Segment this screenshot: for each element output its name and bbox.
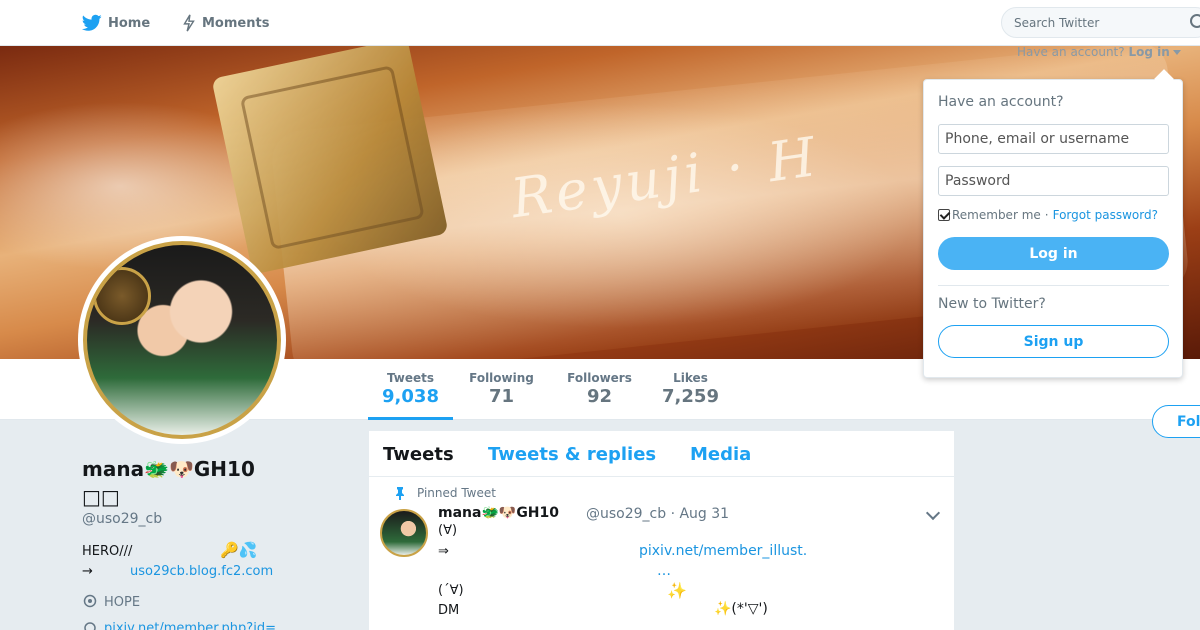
- caret-down-icon: [1172, 50, 1181, 55]
- pinned-tweet[interactable]: Pinned Tweet mana🐲🐶GH10 @uso29_cb · Aug …: [369, 477, 954, 630]
- remember-me-label[interactable]: Remember me: [952, 208, 1041, 222]
- link-icon: [84, 622, 96, 630]
- remember-me-checkbox[interactable]: [938, 209, 950, 221]
- profile-location: HOPE: [82, 594, 140, 610]
- stat-likes[interactable]: Likes 7,259: [653, 359, 728, 420]
- tweet-sparkle-face: ✨(*'▽'): [714, 601, 768, 617]
- stat-following-label: Following: [469, 371, 534, 385]
- location-text: HOPE: [104, 594, 141, 610]
- bio-line-1: HERO/// 🔑💦: [82, 541, 257, 562]
- login-toggle-prompt: Have an account?: [1017, 45, 1125, 59]
- profile-handle[interactable]: @uso29_cb: [82, 511, 162, 527]
- remember-separator: ·: [1044, 208, 1049, 222]
- tweet-author-name[interactable]: mana🐲🐶GH10: [438, 505, 559, 521]
- profile-url-text[interactable]: pixiv.net/member.php?id=: [104, 621, 276, 630]
- nav-home[interactable]: Home: [82, 0, 150, 46]
- timeline: Tweets Tweets & replies Media Pinned Twe…: [368, 430, 955, 630]
- pinned-indicator: Pinned Tweet: [396, 486, 496, 500]
- pinned-label: Pinned Tweet: [417, 486, 496, 500]
- tweet-line-4: DM: [438, 603, 460, 618]
- stat-followers-value: 92: [586, 386, 613, 407]
- stat-following-value: 71: [488, 386, 515, 407]
- lightning-icon: [183, 14, 195, 32]
- tab-tweets[interactable]: Tweets: [383, 444, 454, 465]
- nav-moments-label: Moments: [202, 15, 270, 31]
- tweet-avatar[interactable]: [380, 509, 428, 557]
- username-input[interactable]: [938, 124, 1169, 154]
- banner-stamp-shape: [211, 46, 449, 275]
- login-toggle-label[interactable]: Log in: [1128, 45, 1169, 59]
- search-input[interactable]: [1001, 7, 1200, 38]
- avatar-image: [83, 241, 281, 439]
- tab-tweets-replies[interactable]: Tweets & replies: [488, 444, 656, 465]
- login-toggle[interactable]: Have an account? Log in: [1017, 45, 1181, 59]
- forgot-password-link[interactable]: Forgot password?: [1053, 208, 1158, 222]
- tweet-handle-date[interactable]: @uso29_cb · Aug 31: [586, 506, 729, 522]
- pin-icon: [396, 487, 404, 500]
- follow-button[interactable]: Follow: [1152, 405, 1200, 438]
- stat-likes-value: 7,259: [662, 386, 719, 407]
- bio-line-2: → uso29cb.blog.fc2.com: [82, 562, 273, 582]
- stat-likes-label: Likes: [673, 371, 708, 385]
- search-icon[interactable]: [1190, 14, 1200, 28]
- bio-text: HERO///: [82, 544, 133, 559]
- remember-me-row: Remember me · Forgot password?: [938, 208, 1158, 222]
- password-input[interactable]: [938, 166, 1169, 196]
- tab-media[interactable]: Media: [690, 444, 751, 465]
- tweet-line-1: (∀): [438, 523, 458, 538]
- twitter-bird-icon: [82, 14, 102, 31]
- stat-followers[interactable]: Followers 92: [557, 359, 642, 420]
- bio-blog-link[interactable]: uso29cb.blog.fc2.com: [130, 562, 273, 582]
- sparkle-icon: ✨: [667, 581, 687, 600]
- login-dropdown: Have an account? Remember me · Forgot pa…: [923, 79, 1183, 378]
- tweet-link-ellipsis: …: [657, 563, 671, 579]
- profile-name-line1: mana🐲🐶GH10: [82, 457, 255, 481]
- tweet-line-3: (´∀): [438, 583, 464, 598]
- stat-following[interactable]: Following 71: [459, 359, 544, 420]
- location-pin-icon: [83, 594, 97, 608]
- chevron-down-icon[interactable]: [925, 505, 941, 521]
- login-divider: [938, 285, 1169, 286]
- avatar-emblem-icon: [93, 267, 151, 325]
- profile-bio: HERO/// 🔑💦 → uso29cb.blog.fc2.com: [82, 541, 273, 582]
- profile-url[interactable]: pixiv.net/member.php?id=: [82, 620, 276, 630]
- top-nav: Home Moments: [0, 0, 1200, 46]
- new-to-twitter-heading: New to Twitter?: [938, 296, 1046, 312]
- timeline-tabs: Tweets Tweets & replies Media: [369, 431, 954, 477]
- profile-name-line2: □□: [82, 485, 120, 509]
- stat-tweets[interactable]: Tweets 9,038: [368, 359, 453, 420]
- log-in-button[interactable]: Log in: [938, 237, 1169, 270]
- bio-arrow: →: [82, 564, 93, 579]
- bio-emoji: 🔑💦: [220, 541, 258, 559]
- profile-name: mana🐲🐶GH10 □□: [82, 455, 322, 511]
- tweet-line-2: ⇒: [438, 544, 449, 559]
- login-heading: Have an account?: [938, 94, 1064, 110]
- sign-up-button[interactable]: Sign up: [938, 325, 1169, 358]
- profile-avatar[interactable]: [78, 236, 286, 444]
- stat-tweets-value: 9,038: [382, 386, 439, 407]
- tweet-pixiv-link[interactable]: pixiv.net/member_illust.: [639, 543, 807, 559]
- nav-moments[interactable]: Moments: [182, 0, 269, 46]
- nav-home-label: Home: [108, 15, 151, 31]
- stat-followers-label: Followers: [567, 371, 632, 385]
- stat-tweets-label: Tweets: [386, 371, 435, 385]
